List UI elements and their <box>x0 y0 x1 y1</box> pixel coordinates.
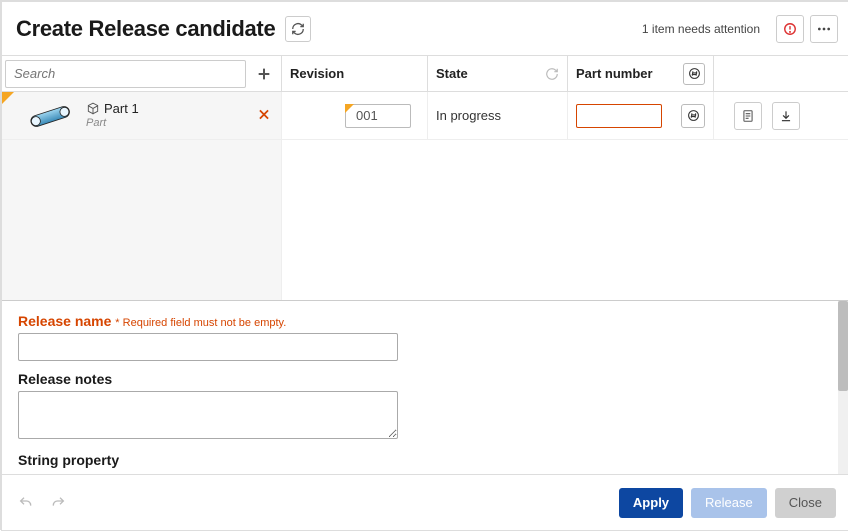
part-cube-icon <box>86 102 100 116</box>
part-name: Part 1 <box>104 102 139 116</box>
attention-text: 1 item needs attention <box>642 22 760 36</box>
hash-refresh-icon <box>688 67 701 80</box>
revision-input[interactable] <box>345 104 411 128</box>
part-type-label: Part <box>86 117 139 129</box>
partnumber-cell <box>568 92 714 139</box>
remove-row-button[interactable] <box>257 107 271 124</box>
warning-flag-icon <box>2 92 14 104</box>
actions-cell <box>714 92 848 139</box>
close-icon <box>257 107 271 121</box>
redo-icon <box>50 495 66 511</box>
undo-button[interactable] <box>14 491 38 515</box>
hash-refresh-icon <box>687 109 700 122</box>
generate-pn-button[interactable] <box>681 104 705 128</box>
dialog-title: Create Release candidate <box>16 16 275 42</box>
search-cell <box>2 56 282 91</box>
undo-icon <box>18 495 34 511</box>
view-details-button[interactable] <box>734 102 762 130</box>
revision-cell <box>282 92 428 139</box>
data-area: Part 1 Part In progress <box>2 92 848 300</box>
release-name-label: Release name * Required field must not b… <box>18 313 832 329</box>
document-list-icon <box>741 109 755 123</box>
download-button[interactable] <box>772 102 800 130</box>
col-revision: Revision <box>282 56 428 91</box>
release-notes-label: Release notes <box>18 371 832 387</box>
col-partnumber: Part number <box>568 56 714 91</box>
redo-button[interactable] <box>46 491 70 515</box>
release-name-input[interactable] <box>18 333 398 361</box>
release-button[interactable]: Release <box>691 488 767 518</box>
release-name-error: * Required field must not be empty. <box>115 317 286 329</box>
col-partnumber-label: Part number <box>576 66 653 81</box>
add-item-button[interactable] <box>250 60 278 88</box>
error-circle-icon <box>783 22 797 36</box>
col-state-label: State <box>436 66 468 81</box>
item-name-cell[interactable]: Part 1 Part <box>2 92 282 139</box>
close-button[interactable]: Close <box>775 488 836 518</box>
refresh-button[interactable] <box>285 16 311 42</box>
dialog-footer: Apply Release Close <box>2 474 848 530</box>
download-icon <box>779 109 793 123</box>
form-scrollbar[interactable] <box>838 301 848 474</box>
state-cell: In progress <box>428 92 568 139</box>
string-property-label: String property <box>18 452 832 468</box>
column-headers: Revision State Part number <box>2 56 848 92</box>
warning-flag-icon <box>345 104 354 113</box>
apply-button[interactable]: Apply <box>619 488 683 518</box>
dialog-header: Create Release candidate 1 item needs at… <box>2 2 848 56</box>
state-value: In progress <box>436 108 501 123</box>
form-panel: Release name * Required field must not b… <box>2 300 848 474</box>
generate-all-pn-button[interactable] <box>683 63 705 85</box>
more-menu-button[interactable] <box>810 15 838 43</box>
list-empty-area <box>2 140 282 300</box>
refresh-state-icon[interactable] <box>545 67 559 81</box>
search-input[interactable] <box>5 60 246 88</box>
refresh-icon <box>291 22 305 36</box>
release-notes-input[interactable] <box>18 391 398 439</box>
scroll-thumb[interactable] <box>838 301 848 391</box>
attention-button[interactable] <box>776 15 804 43</box>
more-horizontal-icon <box>816 21 832 37</box>
plus-icon <box>256 66 272 82</box>
col-actions <box>714 56 848 91</box>
col-state: State <box>428 56 568 91</box>
partnumber-input[interactable] <box>576 104 662 128</box>
part-thumbnail <box>20 99 80 133</box>
table-row: Part 1 Part In progress <box>2 92 848 140</box>
